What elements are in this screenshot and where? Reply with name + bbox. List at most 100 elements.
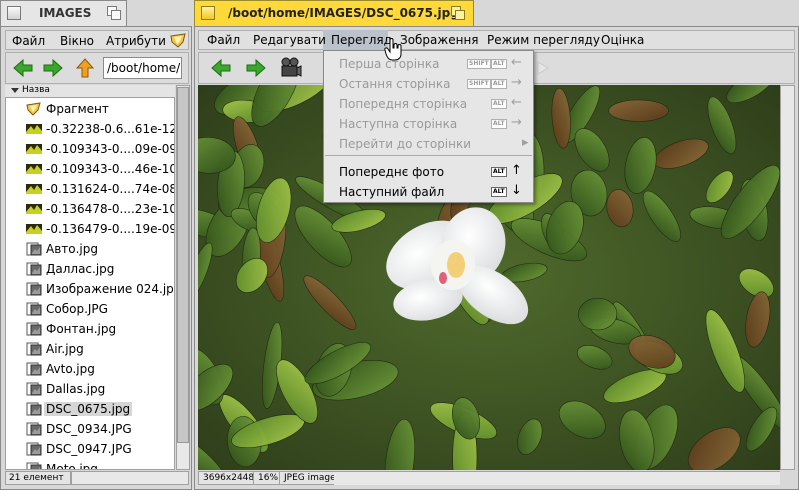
image-file-icon [26, 442, 42, 456]
menu-item[interactable]: Попереднє фото ALT ↑ [324, 162, 533, 182]
shift-key-icon: SHIFT [467, 79, 491, 89]
list-item[interactable]: Авто.jpg [6, 239, 174, 259]
list-item[interactable]: Dallas.jpg [6, 379, 174, 399]
close-button[interactable] [201, 6, 215, 20]
list-item[interactable]: Собор.JPG [6, 299, 174, 319]
alt-key-icon: ALT [491, 167, 507, 177]
item-count: 21 елемент [5, 471, 71, 485]
next-image-icon[interactable] [245, 58, 267, 78]
image-file-icon [26, 402, 42, 416]
view-menu-dropdown: Перша сторінка SHIFT ALT ← Остання сторінка S… [323, 50, 534, 203]
previous-image-icon[interactable] [210, 58, 232, 78]
window-title: IMAGES [39, 6, 92, 20]
list-item[interactable]: -0.136479-0....19e-09.png [6, 219, 174, 239]
list-item-label: Собор.JPG [46, 302, 108, 316]
list-item[interactable]: -0.32238-0.6...61e-12.png [6, 119, 174, 139]
list-item[interactable]: -0.109343-0....09e-09.png [6, 139, 174, 159]
image-file-icon [26, 362, 42, 376]
tracker-horizontal-scrollbar[interactable] [71, 471, 189, 485]
slideshow-projector-icon[interactable] [279, 56, 303, 80]
tracker-scroll-thumb[interactable] [177, 87, 189, 443]
list-item-label: -0.136479-0....19e-09.png [46, 222, 174, 236]
list-item-label: Авто.jpg [46, 242, 98, 256]
column-header-name[interactable]: Назва [5, 85, 175, 98]
image-dimensions: 3696x2448 [203, 473, 255, 483]
png-thumbnail-icon [26, 204, 42, 214]
menu-item-label: Попередня сторінка [339, 97, 468, 111]
menu-view[interactable]: Перегляд [331, 33, 392, 47]
query-icon [26, 102, 41, 116]
shortcut-arrow-icon: ← [511, 95, 522, 110]
list-item-label: DSC_0675.jpg [44, 402, 133, 416]
image-file-icon [26, 242, 42, 256]
list-item-label: -0.109343-0....09e-09.png [46, 142, 174, 156]
path-field[interactable]: /boot/home/I [103, 57, 182, 79]
menu-item-label: Остання сторінка [339, 77, 451, 91]
menu-edit[interactable]: Редагувати [253, 33, 326, 47]
list-item[interactable]: DSC_0934.JPG [6, 419, 174, 439]
list-item[interactable]: Avto.jpg [6, 359, 174, 379]
zoom-button[interactable] [107, 6, 121, 20]
list-item[interactable]: DSC_0675.jpg [6, 399, 174, 419]
list-item-label: DSC_0947.JPG [46, 442, 132, 456]
list-item-label: Moto.jpg [46, 462, 98, 470]
list-item[interactable]: Moto.jpg [6, 459, 174, 470]
tracker-logo-icon[interactable] [169, 32, 187, 49]
menu-item[interactable]: Перейти до сторінки ▸ [324, 134, 533, 154]
list-item[interactable]: -0.136478-0....23e-10.png [6, 199, 174, 219]
list-item[interactable]: Фонтан.jpg [6, 319, 174, 339]
shortcut-arrow-icon: → [511, 75, 522, 90]
back-arrow-icon[interactable] [12, 58, 34, 78]
image-file-icon [26, 342, 42, 356]
list-item[interactable]: Изображение 024.jpg [6, 279, 174, 299]
list-item-label: DSC_0934.JPG [46, 422, 132, 436]
list-item[interactable]: Air.jpg [6, 339, 174, 359]
zoom-button[interactable] [451, 6, 465, 20]
png-thumbnail-icon [26, 164, 42, 174]
tracker-window-tab[interactable]: IMAGES [0, 0, 127, 26]
menu-separator [325, 155, 532, 156]
up-arrow-icon[interactable] [75, 57, 95, 79]
list-item[interactable]: DSC_0947.JPG [6, 439, 174, 459]
menu-item[interactable]: Попередня сторінка ALT ← [324, 94, 533, 114]
menu-file[interactable]: Файл [12, 34, 45, 48]
png-thumbnail-icon [26, 224, 42, 234]
png-thumbnail-icon [26, 124, 42, 134]
menu-window[interactable]: Вікно [60, 34, 94, 48]
alt-key-icon: ALT [491, 79, 507, 89]
next-page-icon[interactable] [536, 60, 550, 76]
close-button[interactable] [7, 6, 21, 20]
menu-rating[interactable]: Оцінка [601, 33, 644, 47]
shortcut-arrow-icon: ↑ [511, 163, 522, 178]
list-item[interactable]: -0.109343-0....46e-10.png [6, 159, 174, 179]
image-type: JPEG image [284, 473, 336, 483]
menu-item[interactable]: Остання сторінка SHIFT ALT → [324, 74, 533, 94]
list-item[interactable]: -0.131624-0....74e-08.png [6, 179, 174, 199]
image-file-icon [26, 302, 42, 316]
image-file-icon [26, 262, 42, 276]
list-item-label: Фонтан.jpg [46, 322, 117, 336]
viewer-window-tab[interactable]: /boot/home/IMAGES/DSC_0675.jpg [194, 0, 474, 26]
menu-view-mode[interactable]: Режим перегляду [487, 33, 600, 47]
viewer-vertical-scrollbar[interactable] [780, 85, 795, 470]
menu-attributes[interactable]: Атрибути [106, 34, 166, 48]
menu-item[interactable]: Наступна сторінка ALT → [324, 114, 533, 134]
list-item-label: Air.jpg [46, 342, 84, 356]
shift-key-icon: SHIFT [467, 59, 491, 69]
list-item[interactable]: Даллас.jpg [6, 259, 174, 279]
forward-arrow-icon[interactable] [42, 58, 64, 78]
shortcut-arrow-icon: ▸ [522, 135, 529, 150]
list-item-label: Даллас.jpg [46, 262, 115, 276]
file-list: Фрагмент -0.32238-0.6...61e-12.png -0.1093… [5, 98, 175, 470]
menu-image[interactable]: Зображення [400, 33, 479, 47]
menu-item-label: Наступна сторінка [339, 117, 458, 131]
menu-item[interactable]: Наступний файл ALT ↓ [324, 182, 533, 202]
menu-item-label: Перейти до сторінки [339, 137, 472, 151]
viewer-horizontal-scrollbar[interactable] [334, 471, 780, 485]
list-item[interactable]: Фрагмент [6, 99, 174, 119]
list-item-label: Avto.jpg [46, 362, 95, 376]
menu-item[interactable]: Перша сторінка SHIFT ALT ← [324, 54, 533, 74]
window-title: /boot/home/IMAGES/DSC_0675.jpg [228, 6, 459, 20]
menu-file[interactable]: Файл [207, 33, 240, 47]
image-file-icon [26, 462, 42, 469]
